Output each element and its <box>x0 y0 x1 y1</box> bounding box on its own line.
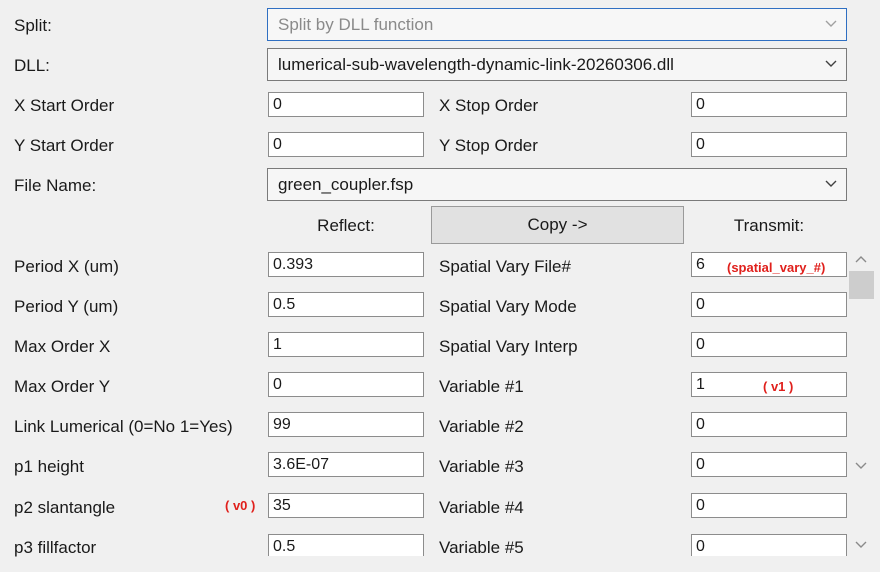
chevron-down-icon <box>825 20 837 27</box>
spatial-vary-annotation: (spatial_vary_#) <box>727 260 826 275</box>
copy-button[interactable]: Copy -> <box>431 206 684 244</box>
split-dropdown: Split by DLL function <box>267 8 847 41</box>
y-start-input[interactable]: 0 <box>268 132 424 157</box>
period-y-label: Period Y (um) <box>14 297 119 316</box>
v1-annotation: ( v1 ) <box>763 379 794 394</box>
spatial-vary-mode-label: Spatial Vary Mode <box>439 297 577 316</box>
x-stop-label: X Stop Order <box>439 96 539 115</box>
x-start-label: X Start Order <box>14 96 115 115</box>
variable-5-label: Variable #5 <box>439 538 524 557</box>
v0-annotation: ( v0 ) <box>225 498 256 513</box>
chevron-down-icon[interactable] <box>855 462 867 470</box>
p1-height-input[interactable]: 3.6E-07 <box>268 452 424 477</box>
p2-slantangle-input[interactable]: 35 <box>268 493 424 518</box>
link-lumerical-label: Link Lumerical (0=No 1=Yes) <box>14 417 233 436</box>
scroll-up-icon[interactable] <box>855 255 867 263</box>
variable-5-input[interactable]: 0 <box>691 534 847 556</box>
variable-2-label: Variable #2 <box>439 417 524 436</box>
dll-label: DLL: <box>14 56 50 75</box>
variable-4-input[interactable]: 0 <box>691 493 847 518</box>
variable-2-input[interactable]: 0 <box>691 412 847 437</box>
p2-slantangle-label: p2 slantangle <box>14 498 116 517</box>
spatial-vary-file-label: Spatial Vary File# <box>439 257 571 276</box>
max-order-y-input[interactable]: 0 <box>268 372 424 397</box>
chevron-down-icon <box>825 60 837 67</box>
max-order-y-label: Max Order Y <box>14 377 111 396</box>
y-stop-label: Y Stop Order <box>439 136 538 155</box>
scroll-down-icon[interactable] <box>855 541 867 549</box>
split-label: Split: <box>14 16 52 35</box>
spatial-vary-interp-input[interactable]: 0 <box>691 332 847 357</box>
scrollbar-thumb[interactable] <box>849 271 874 299</box>
variable-3-label: Variable #3 <box>439 457 524 476</box>
transmit-header: Transmit: <box>733 216 805 235</box>
variable-1-label: Variable #1 <box>439 377 524 396</box>
variable-4-label: Variable #4 <box>439 498 524 517</box>
x-start-input[interactable]: 0 <box>268 92 424 117</box>
file-name-label: File Name: <box>14 176 97 195</box>
y-stop-input[interactable]: 0 <box>691 132 847 157</box>
max-order-x-label: Max Order X <box>14 337 111 356</box>
x-stop-input[interactable]: 0 <box>691 92 847 117</box>
p3-fillfactor-input[interactable]: 0.5 <box>268 534 424 556</box>
period-y-input[interactable]: 0.5 <box>268 292 424 317</box>
link-lumerical-input[interactable]: 99 <box>268 412 424 437</box>
max-order-x-input[interactable]: 1 <box>268 332 424 357</box>
p1-height-label: p1 height <box>14 457 84 476</box>
dll-dropdown[interactable]: lumerical-sub-wavelength-dynamic-link-20… <box>267 48 847 81</box>
spatial-vary-interp-label: Spatial Vary Interp <box>439 337 578 356</box>
p3-fillfactor-label: p3 fillfactor <box>14 538 97 557</box>
split-value: Split by DLL function <box>278 15 434 34</box>
variable-3-input[interactable]: 0 <box>691 452 847 477</box>
file-name-value: green_coupler.fsp <box>278 175 414 194</box>
file-name-dropdown[interactable]: green_coupler.fsp <box>267 168 847 201</box>
dll-value: lumerical-sub-wavelength-dynamic-link-20… <box>278 55 674 74</box>
spatial-vary-mode-input[interactable]: 0 <box>691 292 847 317</box>
period-x-label: Period X (um) <box>14 257 119 276</box>
reflect-header: Reflect: <box>317 216 375 235</box>
y-start-label: Y Start Order <box>14 136 114 155</box>
period-x-input[interactable]: 0.393 <box>268 252 424 277</box>
chevron-down-icon <box>825 180 837 187</box>
